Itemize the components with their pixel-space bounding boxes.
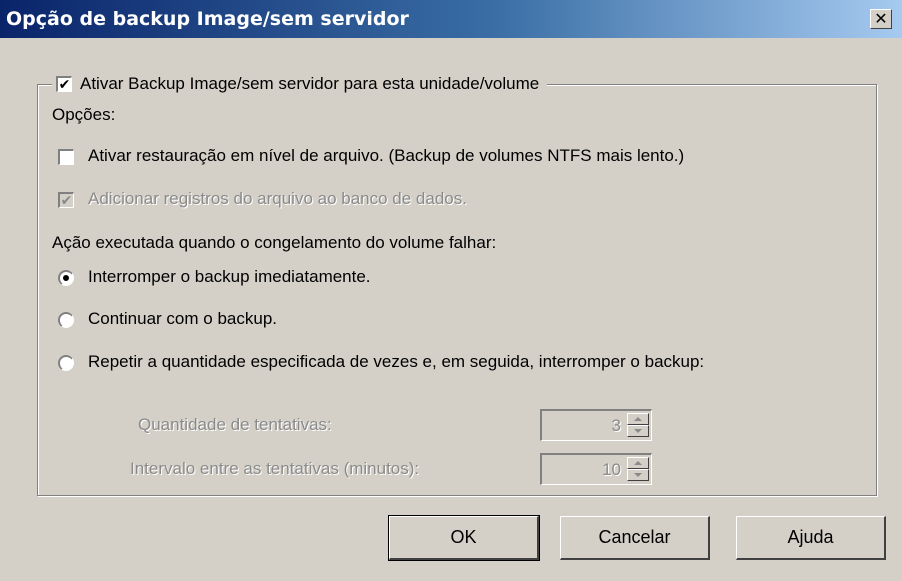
close-icon: ✕ [874,9,888,28]
add-file-records-label[interactable]: Adicionar registros do arquivo ao banco … [88,188,467,210]
radio-selected-dot [63,275,69,281]
help-button[interactable]: Ajuda [736,516,886,560]
retry-count-up-button[interactable] [627,413,649,425]
retry-count-value: 3 [611,416,621,435]
radio-continue-backup[interactable] [58,312,74,328]
retry-interval-label: Intervalo entre as tentativas (minutos): [130,459,420,478]
group-legend: ✔ Ativar Backup Image/sem servidor para … [52,70,548,98]
add-file-records-checkbox[interactable]: ✔ [58,192,74,208]
retry-interval-value: 10 [602,460,621,479]
window-title: Opção de backup Image/sem servidor [6,8,409,30]
file-level-restore-checkbox[interactable] [58,149,74,165]
options-heading: Opções: [52,105,116,124]
close-button[interactable]: ✕ [870,9,892,29]
retry-count-spinner[interactable]: 3 [540,409,652,441]
retry-interval-spinner[interactable]: 10 [540,453,652,485]
arrow-down-icon [634,429,642,433]
ok-button[interactable]: OK [388,515,540,561]
arrow-down-icon [634,473,642,477]
checkmark-icon: ✔ [58,76,71,93]
freeze-action-heading: Ação executada quando o congelamento do … [52,233,497,252]
radio-retry-then-stop-label[interactable]: Repetir a quantidade especificada de vez… [88,351,704,373]
arrow-up-icon [634,461,642,465]
radio-stop-immediately[interactable] [58,270,74,286]
checkmark-icon: ✔ [60,192,73,209]
retry-interval-up-button[interactable] [627,457,649,469]
cancel-button[interactable]: Cancelar [560,516,710,560]
arrow-up-icon [634,417,642,421]
enable-image-backup-label[interactable]: Ativar Backup Image/sem servidor para es… [80,73,539,95]
file-level-restore-label[interactable]: Ativar restauração em nível de arquivo. … [88,145,684,167]
radio-stop-immediately-label[interactable]: Interromper o backup imediatamente. [88,266,371,288]
enable-image-backup-checkbox[interactable]: ✔ [56,76,72,92]
backup-options-dialog: Opção de backup Image/sem servidor ✕ ✔ A… [0,0,902,581]
retry-interval-down-button[interactable] [627,469,649,481]
radio-retry-then-stop[interactable] [58,355,74,371]
retry-count-down-button[interactable] [627,425,649,437]
retry-count-label: Quantidade de tentativas: [138,415,332,434]
radio-continue-backup-label[interactable]: Continuar com o backup. [88,308,277,330]
title-bar: Opção de backup Image/sem servidor ✕ [0,0,902,38]
